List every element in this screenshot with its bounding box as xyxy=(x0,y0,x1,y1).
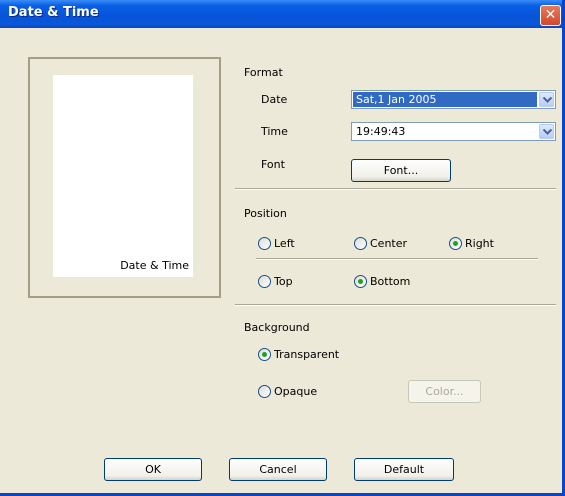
window-title: Date & Time xyxy=(8,5,99,20)
time-label: Time xyxy=(261,125,288,138)
position-inner-separator xyxy=(256,258,538,260)
default-button[interactable]: Default xyxy=(354,458,454,481)
radio-opaque-label: Opaque xyxy=(274,385,318,398)
radio-transparent-label: Transparent xyxy=(274,348,340,361)
radio-dot-icon xyxy=(358,279,363,284)
radio-circle xyxy=(354,237,367,250)
close-icon: ✕ xyxy=(544,7,557,23)
radio-center[interactable]: Center xyxy=(354,237,424,251)
font-label: Font xyxy=(261,158,285,171)
radio-right[interactable]: Right xyxy=(449,237,509,251)
ok-button[interactable]: OK xyxy=(104,458,202,481)
date-value: Sat,1 Jan 2005 xyxy=(353,92,537,107)
time-value: 19:49:43 xyxy=(356,125,406,138)
close-button[interactable]: ✕ xyxy=(540,5,561,26)
radio-bottom[interactable]: Bottom xyxy=(354,275,424,289)
chevron-down-icon[interactable] xyxy=(539,124,554,139)
background-heading: Background xyxy=(244,321,310,334)
date-combo[interactable]: Sat,1 Jan 2005 xyxy=(351,90,556,109)
date-label: Date xyxy=(261,93,288,106)
radio-left[interactable]: Left xyxy=(258,237,318,251)
radio-top-label: Top xyxy=(274,275,293,288)
position-separator xyxy=(235,304,556,306)
title-bar[interactable]: Date & Time ✕ xyxy=(0,0,562,28)
radio-circle xyxy=(258,385,271,398)
color-button[interactable]: Color... xyxy=(408,380,481,403)
radio-circle xyxy=(449,237,462,250)
preview-frame: Date & Time xyxy=(28,57,221,298)
format-heading: Format xyxy=(244,66,283,79)
radio-dot-icon xyxy=(453,241,458,246)
radio-bottom-label: Bottom xyxy=(370,275,411,288)
radio-left-label: Left xyxy=(274,237,295,250)
radio-center-label: Center xyxy=(370,237,408,250)
radio-circle xyxy=(354,275,367,288)
radio-top[interactable]: Top xyxy=(258,275,318,289)
radio-right-label: Right xyxy=(465,237,494,250)
radio-circle xyxy=(258,348,271,361)
preview-page: Date & Time xyxy=(53,75,193,277)
date-time-dialog: Date & Time ✕ Date & Time Format Date Sa… xyxy=(0,0,565,496)
time-combo[interactable]: 19:49:43 xyxy=(351,122,556,141)
position-heading: Position xyxy=(244,207,287,220)
font-button[interactable]: Font... xyxy=(351,159,451,182)
radio-transparent[interactable]: Transparent xyxy=(258,348,358,362)
cancel-button[interactable]: Cancel xyxy=(229,458,327,481)
preview-label: Date & Time xyxy=(120,259,189,272)
radio-circle xyxy=(258,237,271,250)
format-separator xyxy=(235,188,556,190)
radio-circle xyxy=(258,275,271,288)
chevron-down-icon[interactable] xyxy=(539,92,554,107)
radio-opaque[interactable]: Opaque xyxy=(258,385,338,399)
radio-dot-icon xyxy=(262,352,267,357)
